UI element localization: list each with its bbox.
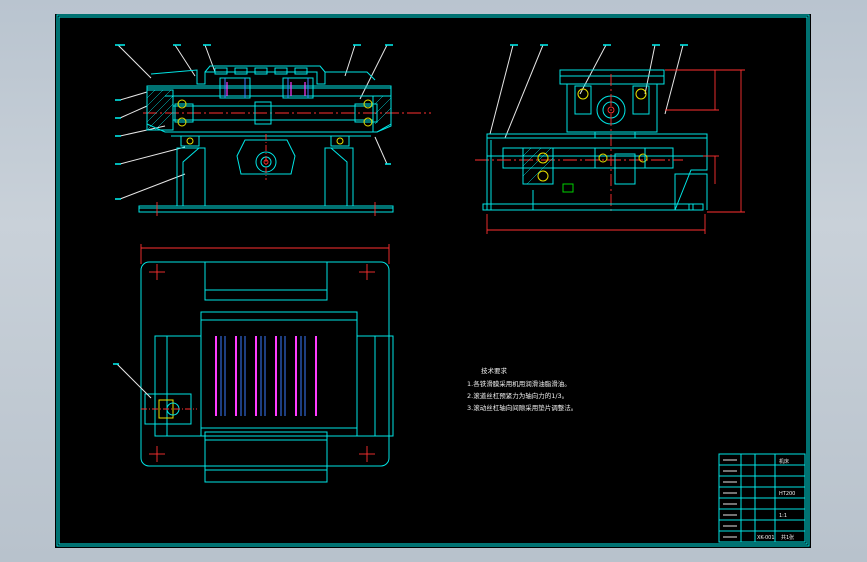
title-block: 机床 HT200 1:1 XK-001 共1张 — [718, 453, 806, 543]
tech-req-line-1: 1.各铁滑膜采用机用润滑油脂滑油。 — [467, 379, 571, 388]
drawing-number: XK-001 — [757, 535, 775, 541]
technical-requirements: 技术要求 1.各铁滑膜采用机用润滑油脂滑油。 2.滚道丝杠预紧力为轴向力的1/3… — [467, 366, 577, 412]
tech-req-line-2: 2.滚道丝杠预紧力为轴向力的1/3。 — [467, 391, 568, 400]
top-plan-view — [113, 244, 394, 483]
sheet-count: 共1张 — [781, 534, 794, 541]
cad-viewer: 技术要求 1.各铁滑膜采用机用润滑油脂滑油。 2.滚道丝杠预紧力为轴向力的1/3… — [0, 0, 867, 562]
t-slot-stripes — [215, 336, 317, 416]
drawing-viewport[interactable]: 技术要求 1.各铁滑膜采用机用润滑油脂滑油。 2.滚道丝杠预紧力为轴向力的1/3… — [55, 14, 811, 548]
front-section-view — [115, 44, 431, 216]
side-section-view — [475, 44, 745, 234]
cad-drawing-sheet: 技术要求 1.各铁滑膜采用机用润滑油脂滑油。 2.滚道丝杠预紧力为轴向力的1/3… — [56, 14, 810, 547]
tech-req-line-3: 3.滚动丝杠轴向间隙采用垫片调整法。 — [467, 403, 577, 412]
material-code: HT200 — [779, 491, 795, 497]
drawing-scale: 1:1 — [779, 513, 787, 519]
tech-req-title: 技术要求 — [481, 366, 508, 375]
drawing-name: 机床 — [779, 458, 789, 465]
